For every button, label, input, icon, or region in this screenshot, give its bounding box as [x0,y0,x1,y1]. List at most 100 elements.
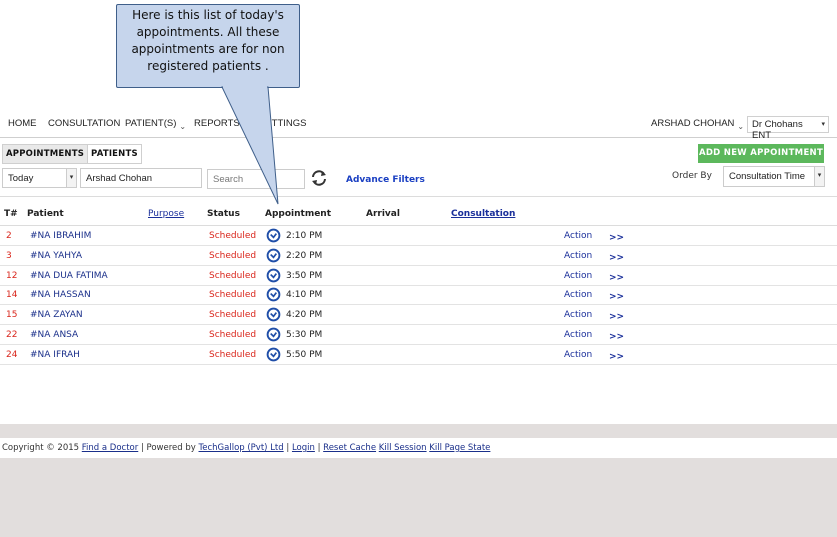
add-appointment-button[interactable]: ADD NEW APPOINTMENT [698,144,824,163]
row-status: Scheduled [209,310,257,321]
nav-reports[interactable]: REPORTS ⌄ [194,118,249,131]
page-bottom-area [0,458,837,537]
footer-techgallop-link[interactable]: TechGallop (Pvt) Ltd [199,443,284,453]
row-token: 24 [6,349,18,360]
row-appointment-time: 4:20 PM [286,310,323,321]
clock-icon [266,347,281,362]
footer-login-link[interactable]: Login [292,443,315,453]
row-patient-link[interactable]: #NA YAHYA [30,251,82,261]
row-action-link[interactable]: Action [564,271,592,281]
row-patient-link[interactable]: #NA DUA FATIMA [30,271,108,281]
row-open-link[interactable]: >> [609,253,624,263]
table-row: 24 #NA IFRAH Scheduled 5:50 PM Action >> [0,345,837,365]
row-appointment-time: 5:50 PM [286,349,323,360]
clock-icon [266,248,281,263]
row-action-link[interactable]: Action [564,310,592,320]
table-row: 3 #NA YAHYA Scheduled 2:20 PM Action >> [0,246,837,266]
top-nav: HOME CONSULTATION PATIENT(S) ⌄ REPORTS ⌄ S… [0,110,837,141]
row-status: Scheduled [209,290,257,301]
chevron-down-icon: ⌄ [737,122,745,131]
user-menu[interactable]: ARSHAD CHOHAN ⌄ [651,118,745,131]
search-input[interactable] [207,169,305,189]
nav-settings[interactable]: SETTINGS [259,118,307,129]
row-open-link[interactable]: >> [609,292,624,302]
order-by-label: Order By [672,171,712,181]
nav-patients[interactable]: PATIENT(S) ⌄ [125,118,187,131]
row-open-link[interactable]: >> [609,273,624,283]
footer-copyright: Copyright © 2015 [2,443,80,453]
row-token: 3 [6,250,12,261]
row-token: 22 [6,330,18,340]
refresh-icon[interactable] [311,170,327,186]
view-tabs: APPOINTMENTS PATIENTS [2,144,142,164]
clinic-select[interactable]: Dr Chohans ENT ▾ [747,116,829,141]
footer-reset-cache-link[interactable]: Reset Cache [323,443,376,453]
footer-kill-page-state-link[interactable]: Kill Page State [429,443,490,453]
tab-patients[interactable]: PATIENTS [88,145,141,163]
clock-icon [266,228,281,243]
row-appointment-time: 4:10 PM [286,290,323,301]
row-patient-link[interactable]: #NA ZAYAN [30,310,83,320]
row-token: 12 [6,270,18,281]
clock-icon [266,327,281,342]
footer: Copyright © 2015 Find a Doctor | Powered… [0,438,837,458]
row-patient-link[interactable]: #NA HASSAN [30,290,91,300]
dropdown-arrow-icon: ▾ [814,167,824,186]
clock-icon [266,307,281,322]
table-row: 15 #NA ZAYAN Scheduled 4:20 PM Action >> [0,305,837,326]
row-action-link[interactable]: Action [564,231,592,241]
row-status: Scheduled [209,330,257,340]
advance-filters-link[interactable]: Advance Filters [346,175,425,185]
nav-consultation[interactable]: CONSULTATION [48,118,120,129]
header-purpose[interactable]: Purpose [148,209,184,219]
row-status: Scheduled [209,349,257,360]
row-open-link[interactable]: >> [609,312,624,322]
row-open-link[interactable]: >> [609,332,624,342]
tab-appointments[interactable]: APPOINTMENTS [3,145,89,163]
row-patient-link[interactable]: #NA IFRAH [30,350,80,360]
header-t: T# [4,209,18,219]
footer-find-doctor-link[interactable]: Find a Doctor [82,443,138,453]
row-open-link[interactable]: >> [609,352,624,362]
nav-home[interactable]: HOME [8,118,37,129]
row-token: 2 [6,231,12,241]
row-action-link[interactable]: Action [564,350,592,360]
row-action-link[interactable]: Action [564,330,592,340]
chevron-down-icon: ⌄ [179,122,187,131]
row-patient-link[interactable]: #NA IBRAHIM [30,231,91,241]
order-by-value: Consultation Time [729,171,806,182]
row-status: Scheduled [209,270,257,281]
header-appointment: Appointment [265,209,332,219]
date-filter-select[interactable]: Today ▾ [2,168,77,188]
header-patient: Patient [27,209,64,219]
annotation-callout: Here is this list of today's appointment… [116,4,300,88]
footer-kill-session-link[interactable]: Kill Session [379,443,427,453]
order-by-select[interactable]: Consultation Time ▾ [723,166,825,187]
row-token: 14 [6,290,18,301]
header-consultation[interactable]: Consultation [451,209,515,219]
footer-separator: | [317,443,321,453]
row-patient-link[interactable]: #NA ANSA [30,330,78,340]
table-row: 14 #NA HASSAN Scheduled 4:10 PM Action >> [0,285,837,306]
row-open-link[interactable]: >> [609,233,624,243]
table-header: T# Patient Purpose Status Appointment Ar… [0,196,837,226]
clock-icon [266,287,281,302]
row-action-link[interactable]: Action [564,251,592,261]
dropdown-arrow-icon: ▾ [66,169,76,187]
row-appointment-time: 5:30 PM [286,330,323,340]
row-token: 15 [6,310,18,321]
row-status: Scheduled [209,250,257,261]
row-action-link[interactable]: Action [564,290,592,300]
clinic-select-value: Dr Chohans ENT [752,119,803,141]
table-row: 22 #NA ANSA Scheduled 5:30 PM Action >> [0,325,837,345]
doctor-filter[interactable]: Arshad Chohan [80,168,202,188]
row-appointment-time: 3:50 PM [286,270,323,281]
footer-separator: | [286,443,290,453]
header-arrival: Arrival [366,209,400,219]
row-status: Scheduled [209,231,257,241]
row-appointment-time: 2:20 PM [286,250,323,261]
user-name: ARSHAD CHOHAN [651,118,735,129]
nav-patients-label: PATIENT(S) [125,118,177,129]
table-row: 2 #NA IBRAHIM Scheduled 2:10 PM Action >> [0,226,837,246]
table-row: 12 #NA DUA FATIMA Scheduled 3:50 PM Action >> [0,266,837,286]
